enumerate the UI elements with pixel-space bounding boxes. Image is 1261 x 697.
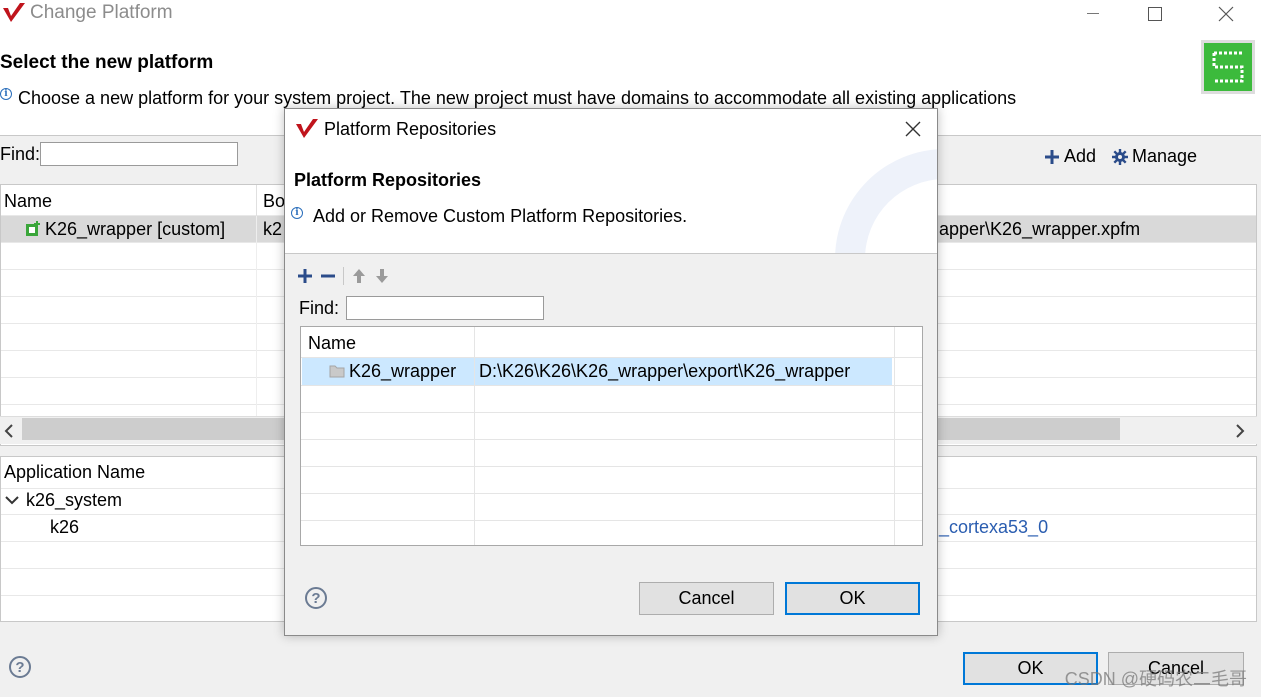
help-icon[interactable]: ? bbox=[9, 656, 31, 678]
table-row[interactable]: K26_wrapper D:\K26\K26\K26_wrapper\expor… bbox=[302, 358, 892, 385]
add-repository-icon[interactable] bbox=[297, 268, 313, 284]
scroll-left-icon[interactable] bbox=[4, 424, 14, 438]
page-description: Choose a new platform for your system pr… bbox=[18, 88, 1017, 108]
add-button[interactable]: Add bbox=[1044, 146, 1096, 167]
dialog-heading: Platform Repositories bbox=[294, 170, 482, 190]
platform-icon bbox=[26, 221, 40, 236]
dialog-description: Add or Remove Custom Platform Repositori… bbox=[313, 206, 688, 226]
dialog-close-button[interactable] bbox=[891, 109, 935, 149]
manage-label: Manage bbox=[1132, 146, 1198, 166]
repository-name: K26_wrapper bbox=[349, 361, 457, 381]
add-label: Add bbox=[1064, 146, 1097, 166]
platform-path: apper\K26_wrapper.xpfm bbox=[939, 219, 1141, 239]
plus-icon bbox=[1045, 149, 1059, 164]
banner-graphic bbox=[835, 149, 937, 253]
dialog-find-label: Find: bbox=[299, 298, 340, 318]
column-header-name[interactable]: Name bbox=[308, 333, 356, 354]
minimize-button[interactable] bbox=[1070, 0, 1116, 28]
window-title: Change Platform bbox=[30, 2, 173, 23]
dialog-find-input[interactable] bbox=[346, 296, 544, 320]
maximize-icon bbox=[1148, 7, 1162, 21]
toolbar-separator bbox=[343, 267, 344, 285]
dialog-cancel-button[interactable]: Cancel bbox=[639, 582, 774, 615]
application-domain[interactable]: _cortexa53_0 bbox=[939, 517, 1048, 538]
platform-repositories-dialog: Platform Repositories Platform Repositor… bbox=[284, 108, 938, 636]
dialog-title: Platform Repositories bbox=[324, 119, 497, 139]
page-title: Select the new platform bbox=[0, 52, 214, 73]
chevron-down-icon[interactable] bbox=[5, 494, 19, 506]
move-down-icon[interactable] bbox=[375, 268, 389, 284]
help-icon[interactable]: ? bbox=[305, 587, 327, 609]
column-header-application[interactable]: Application Name bbox=[4, 462, 145, 483]
vitis-logo-icon bbox=[3, 3, 25, 22]
column-header-board[interactable]: Bo bbox=[263, 191, 285, 212]
scroll-right-icon[interactable] bbox=[1235, 424, 1245, 438]
info-icon: i bbox=[291, 207, 303, 219]
folder-icon bbox=[329, 365, 345, 378]
gear-icon bbox=[1112, 148, 1128, 165]
repository-table: Name K26_wrapper D:\K26\K26\K26_wrapper\… bbox=[300, 326, 923, 546]
platform-name: K26_wrapper [custom] bbox=[45, 219, 226, 239]
find-input[interactable] bbox=[40, 142, 238, 166]
remove-repository-icon[interactable] bbox=[320, 268, 336, 284]
maximize-button[interactable] bbox=[1132, 0, 1178, 28]
close-button[interactable] bbox=[1203, 0, 1249, 28]
minimize-icon bbox=[1087, 13, 1099, 14]
close-icon bbox=[1218, 6, 1234, 22]
watermark: CSDN @硬码农二毛哥 bbox=[1064, 669, 1247, 689]
find-label: Find: bbox=[0, 144, 41, 164]
system-project-name[interactable]: k26_system bbox=[26, 490, 122, 511]
info-icon: i bbox=[0, 88, 12, 100]
move-up-icon[interactable] bbox=[352, 268, 366, 284]
wizard-logo-icon bbox=[1201, 40, 1255, 94]
manage-button[interactable]: Manage bbox=[1112, 146, 1197, 167]
vitis-logo-icon bbox=[296, 119, 318, 138]
platform-board: k2 bbox=[263, 219, 283, 239]
close-icon bbox=[905, 121, 921, 137]
column-header-name[interactable]: Name bbox=[4, 191, 52, 212]
dialog-ok-button[interactable]: OK bbox=[785, 582, 920, 615]
application-name[interactable]: k26 bbox=[50, 517, 79, 538]
repository-path: D:\K26\K26\K26_wrapper\export\K26_wrappe… bbox=[479, 361, 851, 381]
